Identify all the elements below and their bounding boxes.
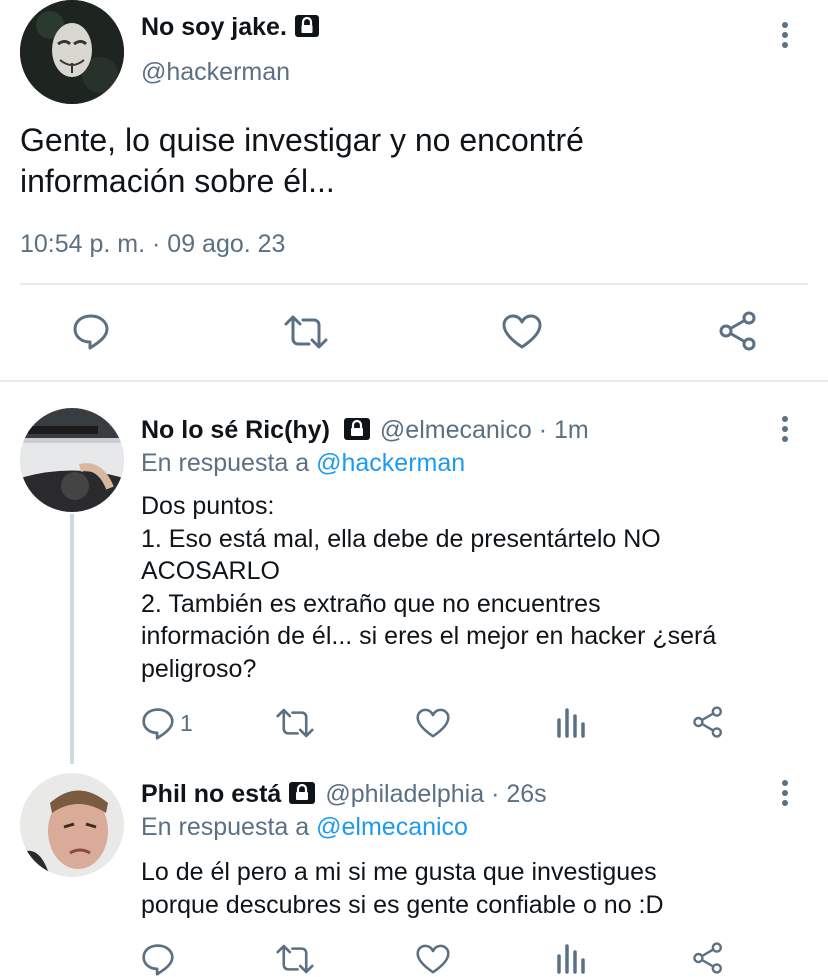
main-author-handle[interactable]: @hackerman — [141, 58, 290, 87]
like-icon[interactable] — [502, 314, 542, 350]
reply1-author-name[interactable]: No lo sé Ric(hy) — [141, 416, 330, 444]
analytics-icon[interactable] — [556, 706, 586, 738]
like-icon[interactable] — [416, 944, 450, 975]
lock-icon — [289, 782, 316, 811]
main-tweet-text: Gente, lo quise investigar y no encontré… — [20, 122, 584, 199]
main-author-avatar[interactable] — [20, 0, 124, 104]
reply1-header: No lo sé Ric(hy) @elmecanico · 1m — [141, 416, 589, 447]
section-divider — [0, 380, 828, 382]
reply1-mention-link[interactable]: @hackerman — [316, 449, 465, 477]
divider — [20, 283, 808, 285]
lock-icon — [294, 15, 319, 44]
like-icon[interactable] — [416, 708, 450, 739]
share-icon[interactable] — [692, 942, 724, 974]
reply2-text: Lo de él pero a mi si me gusta que inves… — [141, 858, 664, 919]
reply2-handle-time[interactable]: @philadelphia · 26s — [325, 780, 546, 808]
reply-thread-line — [70, 514, 74, 764]
reply2-mention-link[interactable]: @elmecanico — [316, 813, 468, 841]
main-author-name[interactable]: No soy jake. — [141, 13, 319, 44]
main-tweet-timestamp[interactable]: 10:54 p. m. · 09 ago. 23 — [20, 230, 285, 259]
reply2-author-avatar[interactable] — [20, 773, 124, 877]
reply1-text: Dos puntos: 1. Eso está mal, ella debe d… — [141, 492, 717, 683]
reply1-handle-time[interactable]: @elmecanico · 1m — [380, 416, 589, 444]
reply-icon[interactable] — [141, 942, 175, 976]
more-options-icon[interactable] — [782, 22, 790, 52]
share-icon[interactable] — [692, 706, 724, 738]
reply-icon[interactable] — [141, 706, 175, 740]
analytics-icon[interactable] — [556, 942, 586, 974]
reply2-author-name[interactable]: Phil no está — [141, 780, 281, 808]
retweet-icon[interactable] — [276, 706, 314, 740]
car-interior-avatar-icon — [20, 408, 124, 512]
reply-count: 1 — [180, 710, 193, 736]
retweet-icon[interactable] — [284, 313, 328, 351]
reply1-author-avatar[interactable] — [20, 408, 124, 512]
reply2-header: Phil no está @philadelphia · 26s — [141, 780, 547, 811]
reply2-replying-to: En respuesta a @elmecanico — [141, 813, 468, 841]
more-options-icon[interactable] — [782, 780, 790, 810]
reply1-replying-to: En respuesta a @hackerman — [141, 449, 466, 477]
lock-icon — [343, 418, 370, 447]
anonymous-mask-avatar-icon — [20, 0, 124, 104]
share-icon[interactable] — [718, 311, 758, 351]
selfie-avatar-icon — [20, 773, 124, 877]
retweet-icon[interactable] — [276, 942, 314, 976]
reply-icon[interactable] — [72, 312, 110, 350]
more-options-icon[interactable] — [782, 416, 790, 446]
